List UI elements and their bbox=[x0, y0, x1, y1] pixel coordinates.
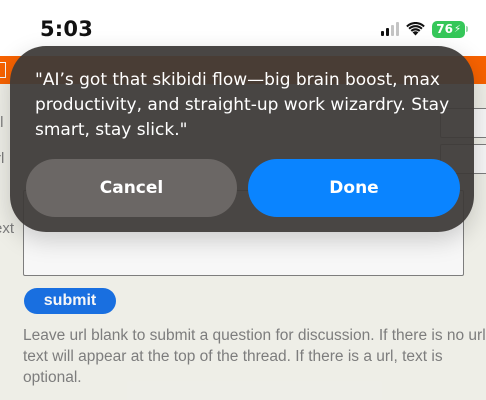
alert-message: "AI’s got that skibidi flow—big brain bo… bbox=[35, 70, 450, 140]
battery-nub bbox=[466, 26, 468, 32]
cancel-button[interactable]: Cancel bbox=[26, 159, 237, 217]
status-icons: 76 ⚡ bbox=[381, 20, 468, 38]
alert-dialog: "AI’s got that skibidi flow—big brain bo… bbox=[10, 46, 474, 232]
wifi-icon bbox=[406, 22, 426, 36]
battery-icon: 76 ⚡ bbox=[432, 20, 465, 38]
battery-level: 76 bbox=[436, 22, 453, 36]
status-time: 5:03 bbox=[40, 17, 94, 41]
done-button[interactable]: Done bbox=[248, 159, 460, 217]
charging-bolt-icon: ⚡ bbox=[453, 23, 461, 35]
cellular-signal-icon bbox=[381, 22, 400, 36]
battery-indicator: 76 ⚡ bbox=[432, 20, 468, 38]
